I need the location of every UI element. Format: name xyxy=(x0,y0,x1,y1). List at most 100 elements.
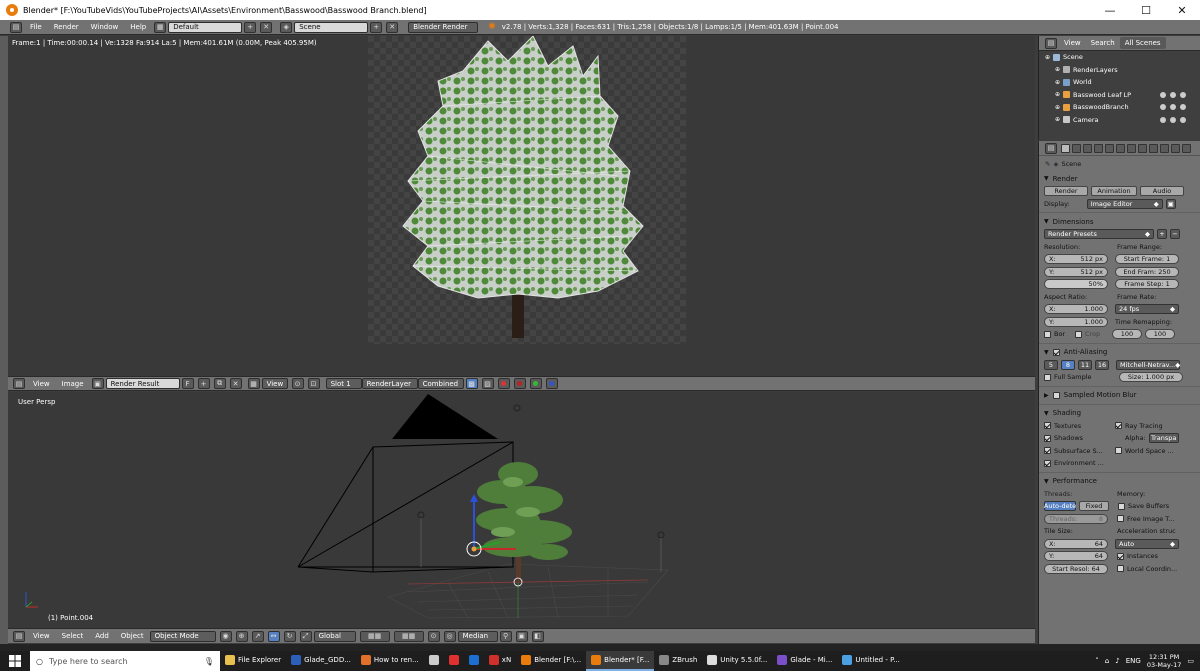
3d-viewport[interactable]: User Persp (1) Point.004 xyxy=(8,392,1035,628)
menu-render[interactable]: Render xyxy=(48,23,85,31)
new-image-button[interactable]: + xyxy=(197,378,210,389)
display-dropdown[interactable]: Image Editor ◆ xyxy=(1086,198,1163,209)
cursor-icon[interactable] xyxy=(1170,104,1176,111)
eye-icon[interactable] xyxy=(1160,116,1166,123)
scene-icon[interactable]: ◈ xyxy=(280,21,293,33)
environment-checkbox[interactable] xyxy=(1044,459,1051,467)
manipulator-toggle-icon[interactable]: ↗ xyxy=(251,630,264,642)
tile-y-field[interactable]: Y: 64 xyxy=(1044,551,1108,562)
view-mode-dropdown[interactable]: View xyxy=(261,378,288,389)
fps-dropdown[interactable]: 24 fps ◆ xyxy=(1115,304,1179,315)
visibility-toggles[interactable] xyxy=(1160,116,1186,123)
taskbar-app[interactable] xyxy=(464,651,484,671)
physics-tab-icon[interactable] xyxy=(1182,143,1191,153)
aa-filter-dropdown[interactable]: Mitchell-Netrav... ◆ xyxy=(1116,359,1180,370)
channel-blue-icon[interactable] xyxy=(545,378,558,389)
resolution-x-field[interactable]: X: 512 px xyxy=(1044,254,1108,265)
aa-samples-8[interactable]: 8 xyxy=(1061,359,1075,370)
cursor-icon[interactable] xyxy=(1170,91,1176,98)
properties-editor[interactable]: ▤ ✎ ◈ Scene ▼ Render Render Animation Aud… xyxy=(1038,141,1200,644)
remove-preset-button[interactable]: − xyxy=(1170,229,1180,240)
render-pass-dropdown[interactable]: Combined xyxy=(417,378,464,389)
maximize-button[interactable]: ☐ xyxy=(1128,0,1164,20)
cursor-icon[interactable] xyxy=(1170,116,1176,123)
local-coord-checkbox[interactable] xyxy=(1117,565,1124,573)
display-toggle-icon[interactable]: ▣ xyxy=(1165,198,1176,209)
taskbar-app[interactable]: Untitled - P... xyxy=(837,651,904,671)
pivot-dropdown[interactable]: Median xyxy=(457,630,498,642)
taskbar-app[interactable]: File Explorer xyxy=(220,651,286,671)
sss-checkbox[interactable] xyxy=(1044,447,1051,455)
image-name-field[interactable]: Render Result xyxy=(105,378,180,389)
add-layout-button[interactable]: + xyxy=(244,21,257,33)
render-tab-icon[interactable] xyxy=(1061,143,1070,153)
expand-icon[interactable]: ⊕ xyxy=(1045,54,1050,61)
textures-checkbox[interactable] xyxy=(1044,422,1051,430)
expand-icon[interactable]: ⊕ xyxy=(1055,104,1060,111)
layout-icon[interactable]: ▦ xyxy=(154,21,167,33)
3d-select-menu[interactable]: Select xyxy=(56,632,90,640)
frame-step-field[interactable]: Frame Step: 1 xyxy=(1115,279,1179,290)
resolution-y-field[interactable]: Y: 512 px xyxy=(1044,266,1108,277)
taskbar-app[interactable] xyxy=(424,651,444,671)
image-browse-icon[interactable]: ▣ xyxy=(91,378,104,389)
taskbar-app[interactable]: ZBrush xyxy=(654,651,702,671)
remove-layout-button[interactable]: ✕ xyxy=(260,21,273,33)
lock-layers-icon[interactable]: ⊙ xyxy=(427,630,440,642)
scale-icon[interactable]: ⤢ xyxy=(299,630,312,642)
language-indicator[interactable]: ENG xyxy=(1126,657,1141,665)
render-panel-title[interactable]: ▼ Render xyxy=(1039,172,1200,185)
audio-button[interactable]: Audio xyxy=(1140,186,1184,197)
taskbar-app[interactable]: Glade - Mi... xyxy=(772,651,837,671)
outliner-item[interactable]: ⊕ Basswood Leaf LP xyxy=(1039,89,1200,102)
shading-panel-title[interactable]: ▼ Shading xyxy=(1039,406,1200,420)
channel-green-icon[interactable] xyxy=(529,378,542,389)
aa-samples-16[interactable]: 16 xyxy=(1095,359,1109,370)
filter-size-field[interactable]: Size: 1.000 px xyxy=(1119,372,1183,383)
performance-panel-title[interactable]: ▼ Performance xyxy=(1039,474,1200,488)
translate-icon[interactable]: ↔ xyxy=(267,630,280,642)
start-frame-field[interactable]: Start Frame: 1 xyxy=(1115,254,1179,265)
image-view-menu[interactable]: View xyxy=(27,380,56,388)
unlink-image-button[interactable]: ✕ xyxy=(229,378,242,389)
shadows-checkbox[interactable] xyxy=(1044,434,1051,442)
antialiasing-panel-title[interactable]: ▼ Anti-Aliasing xyxy=(1039,345,1200,359)
threads-auto-button[interactable]: Auto-dete xyxy=(1044,501,1076,512)
visibility-toggles[interactable] xyxy=(1160,91,1186,98)
image-editor[interactable]: Frame:1 | Time:00:00.14 | Ve:1328 Fa:914… xyxy=(8,35,1035,376)
ray-tracing-checkbox[interactable] xyxy=(1115,422,1122,430)
add-scene-button[interactable]: + xyxy=(370,21,383,33)
world-space-checkbox[interactable] xyxy=(1115,447,1122,455)
antialiasing-checkbox[interactable] xyxy=(1052,348,1060,356)
taskbar-app[interactable]: xN xyxy=(484,651,516,671)
volume-icon[interactable]: ♪ xyxy=(1115,657,1119,665)
tile-x-field[interactable]: X: 64 xyxy=(1044,538,1108,549)
shading-icon[interactable]: ◉ xyxy=(219,630,232,642)
threads-count-field[interactable]: Threads: 8 xyxy=(1044,513,1108,524)
mode-dropdown[interactable]: Object Mode xyxy=(149,630,216,642)
scene-tab-icon[interactable] xyxy=(1083,143,1092,153)
threads-fixed-button[interactable]: Fixed xyxy=(1079,501,1109,512)
crop-checkbox[interactable] xyxy=(1075,330,1082,338)
expand-icon[interactable]: ⊕ xyxy=(1055,79,1060,86)
remap-old-field[interactable]: 100 xyxy=(1112,329,1142,340)
outliner[interactable]: ▤ View Search All Scenes ⊕ Scene ⊕ RenderLa… xyxy=(1038,36,1200,140)
instances-checkbox[interactable] xyxy=(1117,552,1124,560)
material-tab-icon[interactable] xyxy=(1149,143,1158,153)
expand-icon[interactable]: ⊕ xyxy=(1055,66,1060,73)
alpha-dropdown[interactable]: Transpa xyxy=(1148,433,1179,444)
minimize-button[interactable]: — xyxy=(1092,0,1128,20)
pin-icon[interactable]: ✎ xyxy=(1045,160,1050,168)
properties-type-icon[interactable]: ▤ xyxy=(1045,142,1057,154)
outliner-item[interactable]: ⊕ BasswoodBranch xyxy=(1039,101,1200,114)
camera-icon[interactable] xyxy=(1180,91,1186,98)
camera-icon[interactable] xyxy=(1180,116,1186,123)
expand-icon[interactable]: ⊕ xyxy=(1055,116,1060,123)
motion-blur-panel-title[interactable]: ▶ Sampled Motion Blur xyxy=(1039,388,1200,402)
taskbar-app[interactable] xyxy=(444,651,464,671)
eye-icon[interactable] xyxy=(1160,104,1166,111)
data-tab-icon[interactable] xyxy=(1138,143,1147,153)
fake-user-button[interactable]: F xyxy=(181,378,194,389)
free-image-checkbox[interactable] xyxy=(1117,515,1124,523)
menu-help[interactable]: Help xyxy=(124,23,152,31)
